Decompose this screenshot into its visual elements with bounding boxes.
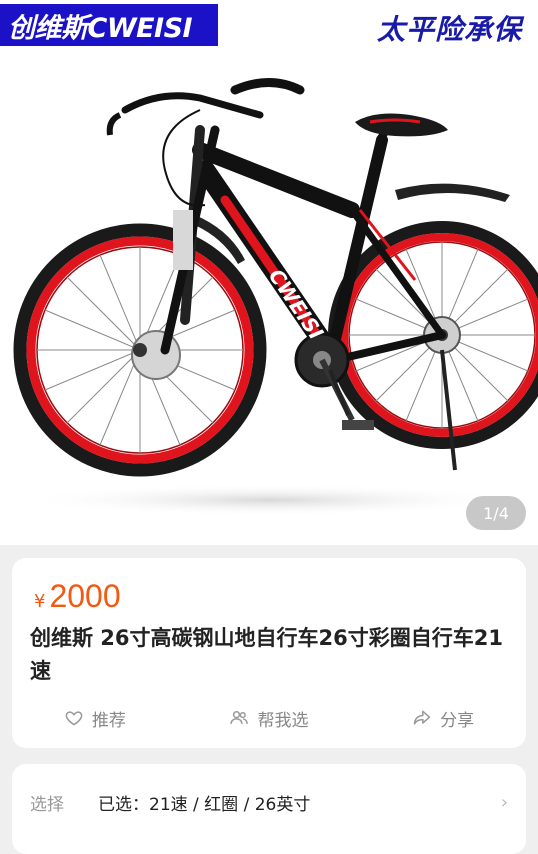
front-wheel xyxy=(13,223,267,477)
share-label: 分享 xyxy=(440,710,475,731)
insurance-tag: 太平险承保 xyxy=(376,13,522,46)
page-indicator: 1/4 xyxy=(466,496,526,530)
help-me-choose-button[interactable]: 帮我选 xyxy=(229,706,308,731)
help-me-choose-label: 帮我选 xyxy=(257,710,309,731)
recommend-button[interactable]: 推荐 xyxy=(64,706,126,731)
action-bar: 推荐 帮我选 分享 xyxy=(12,704,526,732)
bicycle-image: CWEISI xyxy=(13,78,538,516)
product-info-card: ¥ 2000 创维斯 26寸高碳钢山地自行车26寸彩圈自行车21速 推荐 帮我选… xyxy=(12,558,526,748)
svg-text:CWEISI: CWEISI xyxy=(264,264,329,344)
heart-icon xyxy=(65,711,83,726)
share-button[interactable]: 分享 xyxy=(412,706,474,731)
price-amount: 2000 xyxy=(49,578,121,614)
product-gallery[interactable]: 创维斯CWEISI 太平险承保 CWEISI 1/4 xyxy=(0,0,538,545)
selection-value: 已选：21速 / 红圈 / 26英寸 xyxy=(98,794,311,815)
price: ¥ 2000 xyxy=(34,578,121,615)
share-icon xyxy=(413,710,431,725)
people-icon xyxy=(230,711,249,724)
selection-card: 选择 已选：21速 / 红圈 / 26英寸 › xyxy=(12,764,526,854)
product-title: 创维斯 26寸高碳钢山地自行车26寸彩圈自行车21速 xyxy=(30,626,503,683)
selection-row[interactable]: 选择 已选：21速 / 红圈 / 26英寸 › xyxy=(12,782,526,822)
selection-label: 选择 xyxy=(30,794,64,815)
recommend-label: 推荐 xyxy=(91,710,126,731)
brand-badge: 创维斯CWEISI xyxy=(0,4,218,46)
currency-symbol: ¥ xyxy=(34,591,46,612)
chevron-right-icon: › xyxy=(500,791,508,813)
